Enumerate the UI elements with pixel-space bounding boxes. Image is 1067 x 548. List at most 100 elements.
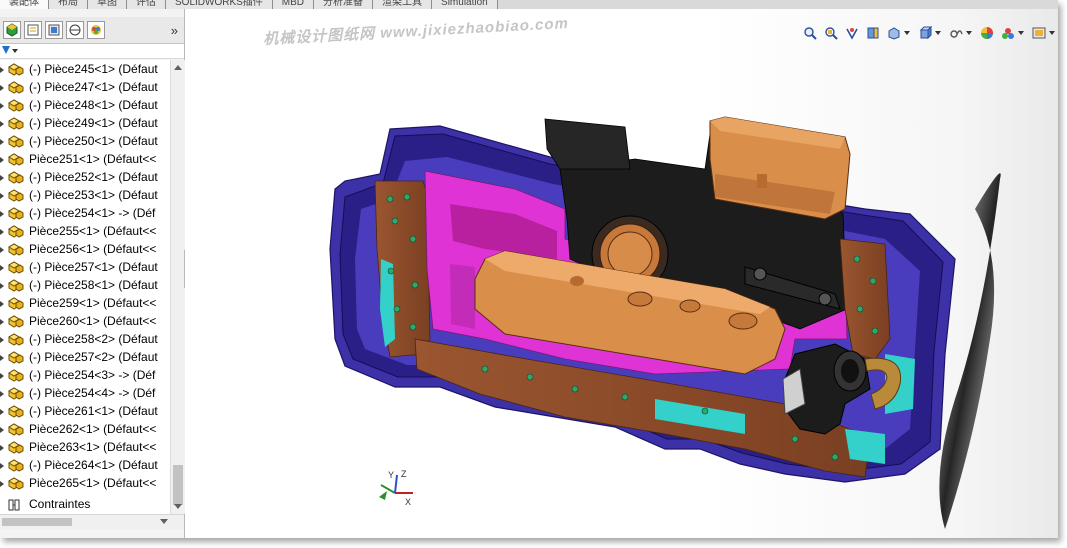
expand-arrow-icon[interactable] bbox=[0, 456, 5, 474]
graphics-area[interactable]: 机械设计图纸网 www.jixiezhaobiao.com Y Z X bbox=[185, 9, 1058, 538]
expand-arrow-icon[interactable] bbox=[0, 60, 5, 78]
scroll-down-icon[interactable] bbox=[174, 504, 182, 509]
tab-6[interactable]: 分析准备 bbox=[314, 0, 374, 9]
tree-item[interactable]: Pièce263<1> (Défaut<< bbox=[0, 438, 170, 456]
ground-shadow bbox=[939, 173, 1001, 529]
tab-5[interactable]: MBD bbox=[272, 0, 315, 9]
expand-arrow-icon[interactable] bbox=[0, 258, 5, 276]
more-tabs-button[interactable]: » bbox=[171, 23, 178, 38]
tree-item-constraints[interactable]: Contraintes bbox=[0, 495, 170, 513]
mates-folder-icon bbox=[8, 498, 24, 511]
expand-arrow-icon[interactable] bbox=[0, 366, 5, 384]
expand-arrow-icon[interactable] bbox=[0, 78, 5, 96]
tree-item[interactable]: Pièce262<1> (Défaut<< bbox=[0, 420, 170, 438]
coordinate-triad: Y Z X bbox=[379, 469, 413, 507]
part-icon bbox=[7, 98, 25, 112]
feature-tree-tab-icon[interactable] bbox=[3, 21, 21, 39]
tree-item[interactable]: Pièce251<1> (Défaut<< bbox=[0, 150, 170, 168]
tree-item[interactable]: Pièce265<1> (Défaut<< bbox=[0, 474, 170, 492]
tree-item[interactable]: Pièce260<1> (Défaut<< bbox=[0, 312, 170, 330]
tree-item[interactable]: (-) Pièce245<1> (Défaut bbox=[0, 60, 170, 78]
expand-arrow-icon[interactable] bbox=[0, 348, 5, 366]
expand-arrow-icon[interactable] bbox=[0, 330, 5, 348]
tree-item[interactable]: (-) Pièce254<1> -> (Déf bbox=[0, 204, 170, 222]
tree-item-label: (-) Pièce254<4> -> (Déf bbox=[29, 386, 156, 400]
tree-item[interactable]: (-) Pièce258<2> (Défaut bbox=[0, 330, 170, 348]
triad-z-label: Z bbox=[401, 469, 407, 479]
expand-arrow-icon[interactable] bbox=[0, 150, 5, 168]
expand-arrow-icon[interactable] bbox=[0, 96, 5, 114]
part-icon bbox=[7, 224, 25, 238]
expand-arrow-icon[interactable] bbox=[0, 276, 5, 294]
dimxpert-tab-icon[interactable] bbox=[66, 21, 84, 39]
part-icon bbox=[7, 116, 25, 130]
expand-arrow-icon[interactable] bbox=[0, 312, 5, 330]
feature-manager-panel: » (-) Pièce245<1> (Défaut (-) Pièce247<1>… bbox=[0, 9, 185, 538]
expand-arrow-icon[interactable] bbox=[0, 384, 5, 402]
tree-item[interactable]: (-) Pièce257<1> (Défaut bbox=[0, 258, 170, 276]
panel-tabs: » bbox=[0, 17, 184, 44]
expand-arrow-icon[interactable] bbox=[0, 204, 5, 222]
tab-8[interactable]: Simulation bbox=[432, 0, 498, 9]
part-icon bbox=[7, 170, 25, 184]
tree-item[interactable]: (-) Pièce253<1> (Défaut bbox=[0, 186, 170, 204]
tree-item[interactable]: (-) Pièce254<4> -> (Déf bbox=[0, 384, 170, 402]
part-icon bbox=[7, 152, 25, 166]
tree-vertical-scrollbar[interactable] bbox=[170, 60, 185, 514]
tree-item[interactable]: (-) Pièce252<1> (Défaut bbox=[0, 168, 170, 186]
tree-item[interactable]: (-) Pièce247<1> (Défaut bbox=[0, 78, 170, 96]
configuration-manager-tab-icon[interactable] bbox=[45, 21, 63, 39]
scroll-up-icon[interactable] bbox=[174, 65, 182, 70]
tab-4[interactable]: SOLIDWORKS插件 bbox=[166, 0, 273, 9]
tree-item[interactable]: (-) Pièce250<1> (Défaut bbox=[0, 132, 170, 150]
part-icon bbox=[7, 332, 25, 346]
scroll-down-icon[interactable] bbox=[160, 519, 168, 524]
part-icon bbox=[7, 368, 25, 382]
tree-item[interactable]: (-) Pièce261<1> (Défaut bbox=[0, 402, 170, 420]
black-top-frame bbox=[544, 118, 631, 170]
expand-arrow-icon[interactable] bbox=[0, 240, 5, 258]
tab-2[interactable]: 草图 bbox=[88, 0, 127, 9]
tree-item[interactable]: (-) Pièce249<1> (Défaut bbox=[0, 114, 170, 132]
tree-item[interactable]: (-) Pièce248<1> (Défaut bbox=[0, 96, 170, 114]
tree-item-label: Pièce251<1> (Défaut<< bbox=[29, 152, 157, 166]
tab-3[interactable]: 评估 bbox=[127, 0, 166, 9]
tree-item[interactable]: (-) Pièce258<1> (Défaut bbox=[0, 276, 170, 294]
expand-arrow-icon[interactable] bbox=[0, 474, 5, 492]
property-manager-tab-icon[interactable] bbox=[24, 21, 42, 39]
part-icon bbox=[7, 278, 25, 292]
tree-item[interactable]: (-) Pièce257<2> (Défaut bbox=[0, 348, 170, 366]
expand-arrow-icon[interactable] bbox=[0, 438, 5, 456]
part-icon bbox=[7, 422, 25, 436]
tree-item-label: Pièce256<1> (Défaut<< bbox=[29, 242, 157, 256]
tree-filter[interactable] bbox=[0, 44, 184, 59]
tree-item-label: (-) Pièce247<1> (Défaut bbox=[29, 80, 158, 94]
tab-7[interactable]: 渲染工具 bbox=[373, 0, 433, 9]
tree-horizontal-scrollbar[interactable] bbox=[0, 514, 184, 529]
tab-1[interactable]: 布局 bbox=[49, 0, 88, 9]
expand-arrow-icon[interactable] bbox=[0, 420, 5, 438]
expand-arrow-icon[interactable] bbox=[0, 132, 5, 150]
expand-arrow-icon[interactable] bbox=[0, 168, 5, 186]
hscroll-thumb[interactable] bbox=[2, 518, 72, 526]
display-manager-tab-icon[interactable] bbox=[87, 21, 105, 39]
scroll-thumb[interactable] bbox=[173, 465, 183, 505]
assembly-model-view[interactable] bbox=[185, 9, 1058, 538]
tab-0[interactable]: 装配体 bbox=[0, 0, 49, 9]
expand-arrow-icon[interactable] bbox=[0, 294, 5, 312]
part-icon bbox=[7, 350, 25, 364]
expand-arrow-icon[interactable] bbox=[0, 186, 5, 204]
expand-arrow-icon[interactable] bbox=[0, 222, 5, 240]
tree-item-label: (-) Pièce250<1> (Défaut bbox=[29, 134, 158, 148]
tree-item[interactable]: Pièce259<1> (Défaut<< bbox=[0, 294, 170, 312]
triad-x-label: X bbox=[405, 497, 411, 507]
feature-tree: (-) Pièce245<1> (Défaut (-) Pièce247<1> (… bbox=[0, 60, 170, 514]
tree-item-label: (-) Pièce254<3> -> (Déf bbox=[29, 368, 156, 382]
tree-item[interactable]: Pièce255<1> (Défaut<< bbox=[0, 222, 170, 240]
part-icon bbox=[7, 440, 25, 454]
expand-arrow-icon[interactable] bbox=[0, 114, 5, 132]
tree-item[interactable]: (-) Pièce264<1> (Défaut bbox=[0, 456, 170, 474]
tree-item[interactable]: Pièce256<1> (Défaut<< bbox=[0, 240, 170, 258]
expand-arrow-icon[interactable] bbox=[0, 402, 5, 420]
tree-item[interactable]: (-) Pièce254<3> -> (Déf bbox=[0, 366, 170, 384]
